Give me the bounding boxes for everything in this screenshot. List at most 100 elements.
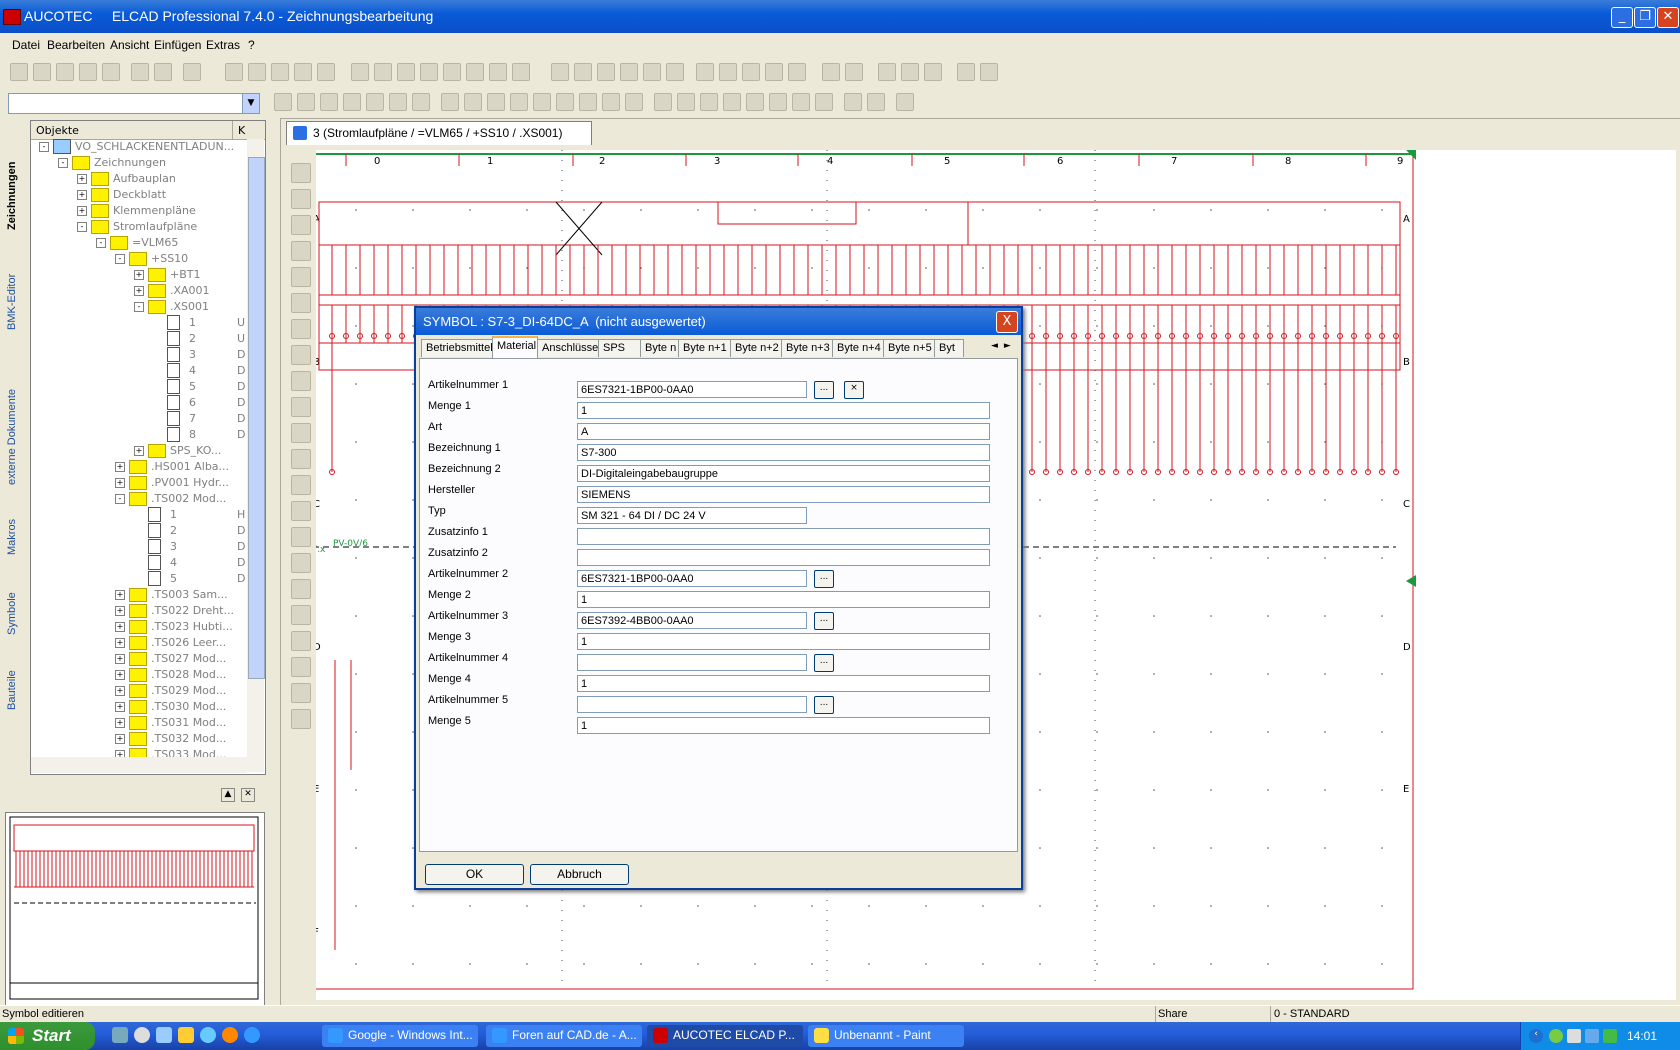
- drawing-tool-icon[interactable]: [291, 657, 311, 677]
- menu-bearbeiten[interactable]: Bearbeiten: [47, 38, 105, 52]
- clear-button[interactable]: ×: [844, 381, 864, 399]
- menu-extras[interactable]: Extras: [206, 38, 240, 52]
- toolbar-tool-icon[interactable]: [901, 63, 919, 81]
- drawing-tool-icon[interactable]: [291, 631, 311, 651]
- toolbar-tool-icon[interactable]: [620, 63, 638, 81]
- network-icon[interactable]: [1603, 1029, 1617, 1043]
- side-tab-symbole[interactable]: Symbole: [6, 560, 28, 635]
- drawing-tool-icon[interactable]: [291, 501, 311, 521]
- browse-button[interactable]: ...: [814, 654, 834, 672]
- expand-icon[interactable]: +: [77, 174, 87, 184]
- toolbar-tool-icon[interactable]: [271, 63, 289, 81]
- drawing-tool-icon[interactable]: [291, 293, 311, 313]
- toolbar-tool-icon[interactable]: [625, 93, 643, 111]
- toolbar-tool-icon[interactable]: [412, 93, 430, 111]
- tree-header-objects[interactable]: Objekte: [36, 124, 79, 137]
- toolbar-tool-icon[interactable]: [294, 63, 312, 81]
- tree-item[interactable]: 2U: [31, 331, 247, 347]
- expand-icon[interactable]: +: [115, 750, 125, 757]
- tree-item[interactable]: - VO_SCHLACKENENTLADUN...: [31, 139, 247, 155]
- toolbar-tool-icon[interactable]: [643, 63, 661, 81]
- toolbar-tool-icon[interactable]: [154, 63, 172, 81]
- toolbar-tool-icon[interactable]: [980, 63, 998, 81]
- tree-item[interactable]: + .TS027 Mod...: [31, 651, 247, 667]
- drawing-tool-icon[interactable]: [291, 579, 311, 599]
- cancel-button[interactable]: Abbruch: [530, 864, 629, 885]
- preview-close-button[interactable]: ✕: [241, 788, 255, 802]
- field-input[interactable]: DI-Digitaleingabebaugruppe: [577, 465, 990, 482]
- expand-icon[interactable]: +: [77, 206, 87, 216]
- preview-pin-button[interactable]: ▲: [221, 788, 235, 802]
- quick-launch-icon-4[interactable]: [178, 1027, 194, 1043]
- field-input[interactable]: [577, 549, 990, 566]
- field-input[interactable]: [577, 696, 807, 713]
- drawing-tool-icon[interactable]: [291, 163, 311, 183]
- toolbar-tool-icon[interactable]: [723, 93, 741, 111]
- tree-item[interactable]: + .TS028 Mod...: [31, 667, 247, 683]
- toolbar-tool-icon[interactable]: [769, 93, 787, 111]
- tab-byt[interactable]: Byt: [934, 339, 964, 357]
- expand-icon[interactable]: +: [115, 702, 125, 712]
- field-input[interactable]: 1: [577, 402, 990, 419]
- toolbar-tool-icon[interactable]: [957, 63, 975, 81]
- menu-ansicht[interactable]: Ansicht: [110, 38, 149, 52]
- toolbar-tool-icon[interactable]: [79, 63, 97, 81]
- toolbar-tool-icon[interactable]: [765, 63, 783, 81]
- toolbar-tool-icon[interactable]: [896, 93, 914, 111]
- toolbar-tool-icon[interactable]: [441, 93, 459, 111]
- expand-icon[interactable]: +: [115, 590, 125, 600]
- collapse-icon[interactable]: -: [96, 238, 106, 248]
- tree-item[interactable]: 1U: [31, 315, 247, 331]
- start-button[interactable]: Start: [0, 1022, 95, 1050]
- quick-launch-icon-5[interactable]: [200, 1027, 216, 1043]
- expand-icon[interactable]: +: [77, 190, 87, 200]
- tab-byte-n-5[interactable]: Byte n+5: [883, 339, 935, 357]
- maximize-button[interactable]: ❐: [1634, 7, 1656, 28]
- tree-item[interactable]: 3D: [31, 347, 247, 363]
- tab-sps[interactable]: SPS: [598, 339, 641, 357]
- collapse-icon[interactable]: -: [115, 254, 125, 264]
- toolbar-tool-icon[interactable]: [551, 63, 569, 81]
- drawing-tool-icon[interactable]: [291, 215, 311, 235]
- toolbar-tool-icon[interactable]: [666, 63, 684, 81]
- close-button[interactable]: ✕: [1657, 7, 1679, 28]
- tree-item[interactable]: 4D: [31, 555, 247, 571]
- quick-launch-icon-2[interactable]: [134, 1027, 150, 1043]
- field-input[interactable]: [577, 528, 990, 545]
- toolbar-tool-icon[interactable]: [700, 93, 718, 111]
- layer-combo[interactable]: ▼: [8, 93, 260, 114]
- drawing-tool-icon[interactable]: [291, 241, 311, 261]
- tree-item[interactable]: + .PV001 Hydr...: [31, 475, 247, 491]
- drawing-tool-icon[interactable]: [291, 449, 311, 469]
- tree-item[interactable]: + .TS026 Leer...: [31, 635, 247, 651]
- drawing-tool-icon[interactable]: [291, 683, 311, 703]
- toolbar-tool-icon[interactable]: [317, 63, 335, 81]
- tree-item[interactable]: 2D: [31, 523, 247, 539]
- drawing-tool-icon[interactable]: [291, 319, 311, 339]
- tree-item[interactable]: + .TS023 Hubti...: [31, 619, 247, 635]
- field-input[interactable]: SIEMENS: [577, 486, 990, 503]
- toolbar-tool-icon[interactable]: [274, 93, 292, 111]
- quick-launch-icon-1[interactable]: [112, 1027, 128, 1043]
- toolbar-tool-icon[interactable]: [351, 63, 369, 81]
- tree-item[interactable]: - .TS002 Mod...: [31, 491, 247, 507]
- toolbar-tool-icon[interactable]: [320, 93, 338, 111]
- field-input[interactable]: 6ES7321-1BP00-0AA0: [577, 570, 807, 587]
- tree-item[interactable]: 4D: [31, 363, 247, 379]
- toolbar-tool-icon[interactable]: [487, 93, 505, 111]
- tree-item[interactable]: + Klemmenpläne: [31, 203, 247, 219]
- tree-vertical-scrollbar[interactable]: [247, 139, 265, 772]
- field-input[interactable]: [577, 654, 807, 671]
- toolbar-tool-icon[interactable]: [297, 93, 315, 111]
- toolbar-tool-icon[interactable]: [602, 93, 620, 111]
- expand-icon[interactable]: +: [115, 462, 125, 472]
- menu-datei[interactable]: Datei: [12, 38, 40, 52]
- toolbar-tool-icon[interactable]: [822, 63, 840, 81]
- toolbar-tool-icon[interactable]: [183, 63, 201, 81]
- toolbar-tool-icon[interactable]: [845, 63, 863, 81]
- tree-item[interactable]: + .TS033 Mod...: [31, 747, 247, 757]
- tab-betriebsmittel[interactable]: Betriebsmittel: [421, 339, 493, 357]
- drawing-tool-icon[interactable]: [291, 189, 311, 209]
- tab-byte-n-1[interactable]: Byte n+1: [678, 339, 731, 357]
- expand-icon[interactable]: +: [115, 670, 125, 680]
